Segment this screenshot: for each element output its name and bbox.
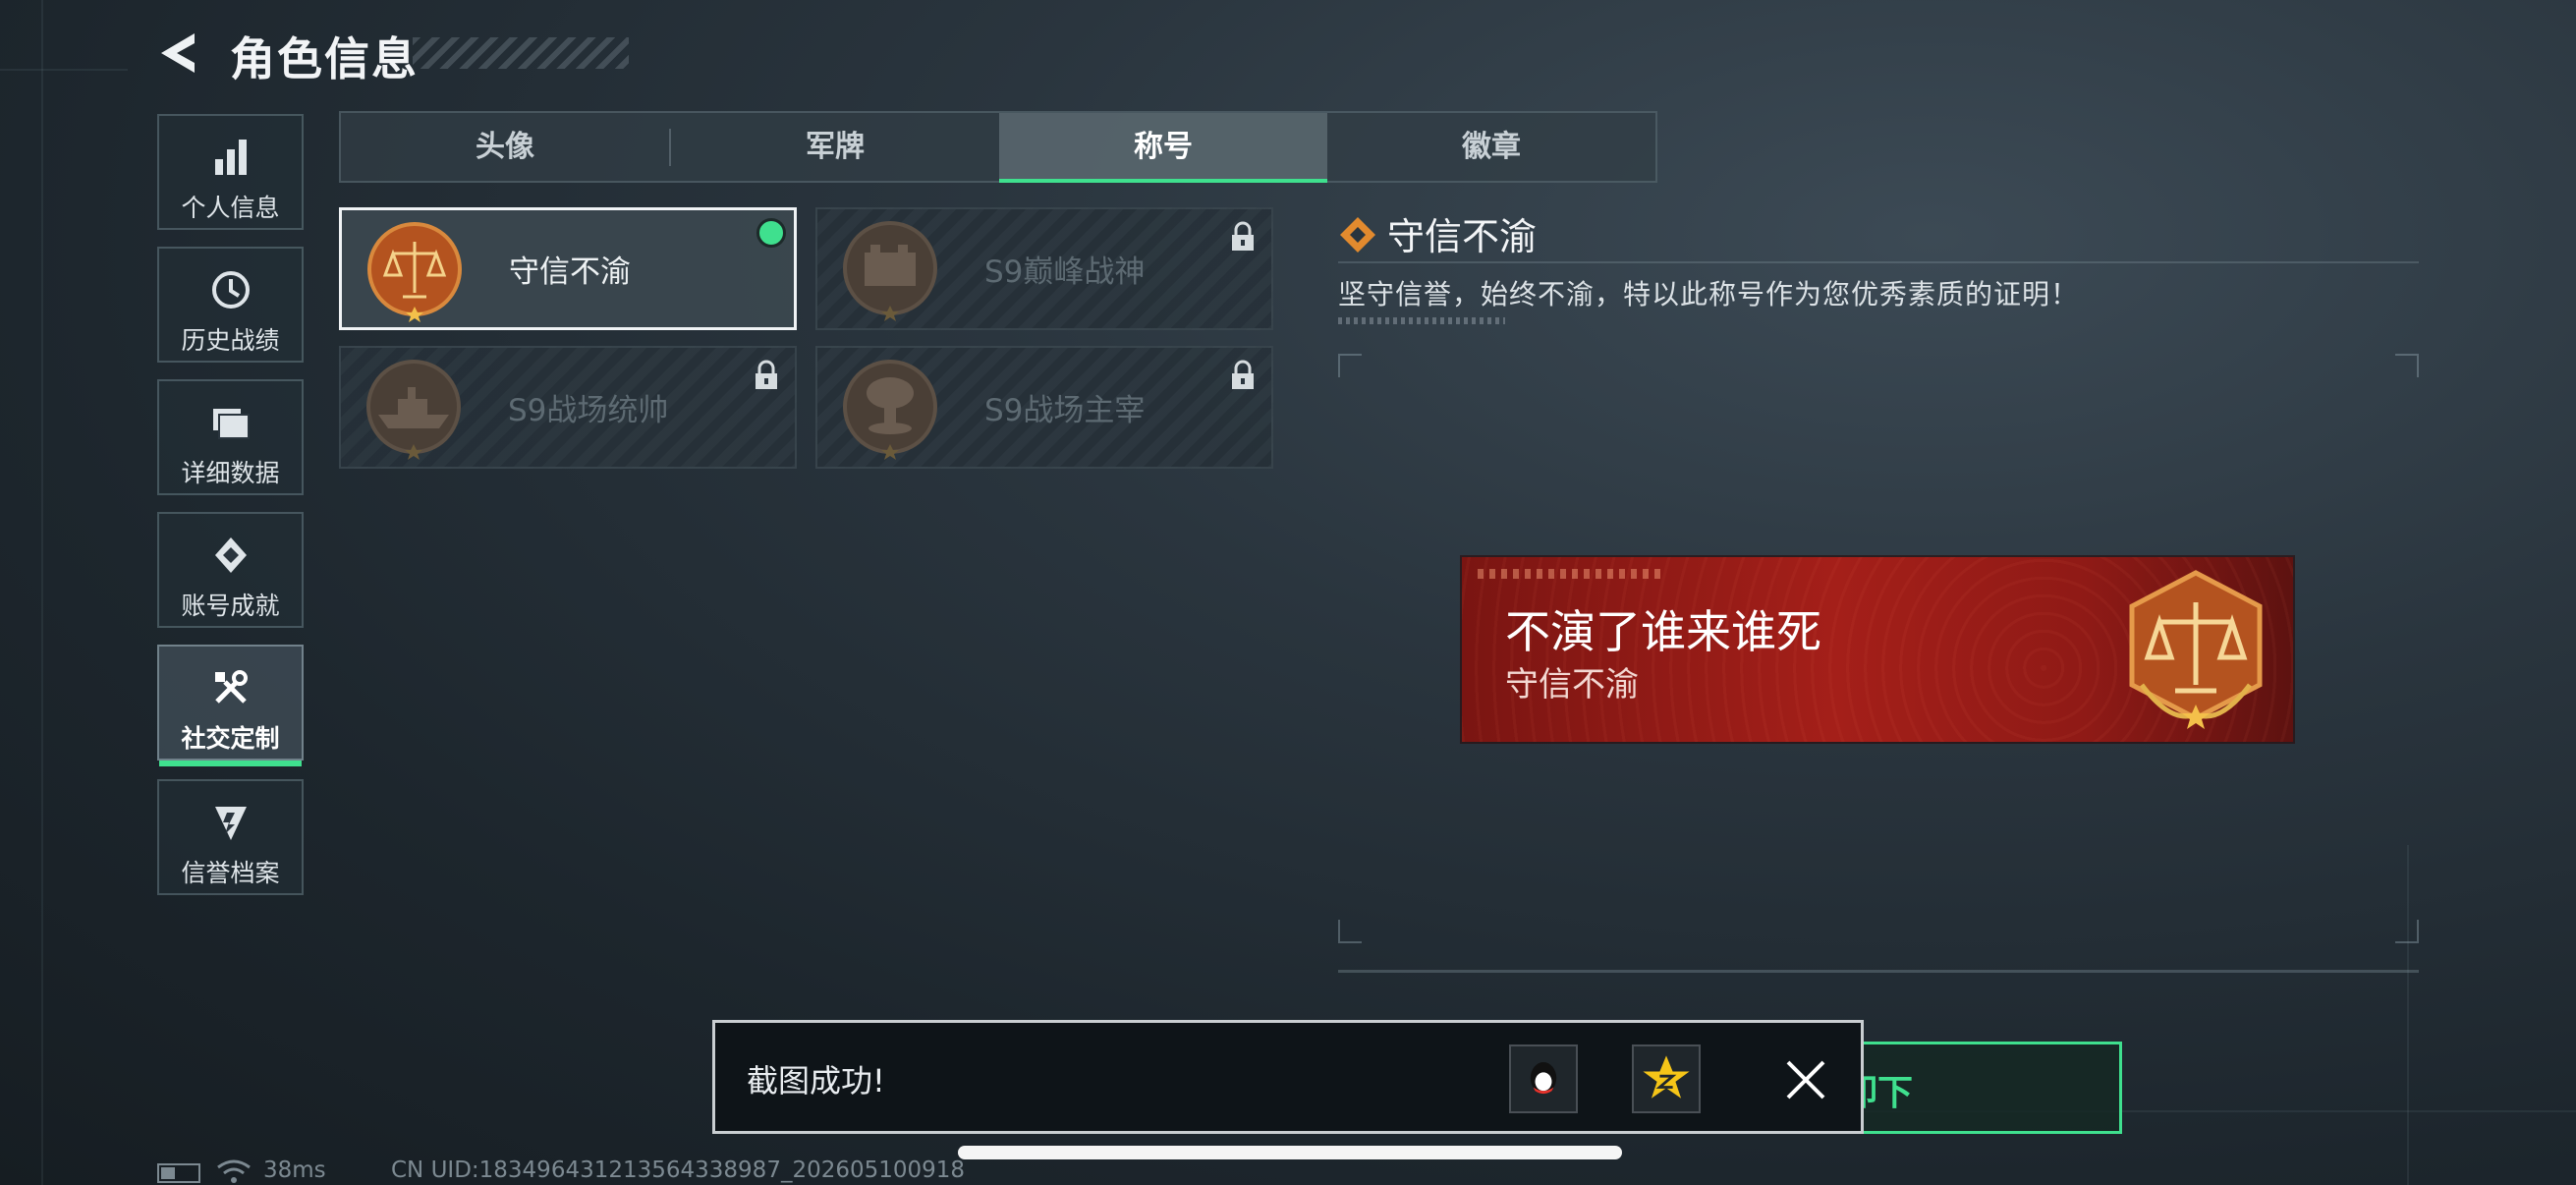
banner-title: 守信不渝	[1505, 665, 1639, 705]
equipped-indicator	[756, 218, 786, 248]
reputation-shield-icon	[214, 807, 247, 840]
divider	[1338, 261, 2419, 263]
frame-corner	[1338, 354, 1362, 377]
battery-icon	[157, 1163, 200, 1183]
title-card-label: 守信不渝	[509, 254, 631, 290]
sidebar-item-label: 社交定制	[181, 724, 280, 753]
history-clock-icon	[211, 271, 250, 309]
qq-icon	[1530, 1062, 1557, 1095]
mushroom-cloud-medal-icon	[843, 360, 937, 460]
sidebar-item-label: 信誉档案	[181, 859, 280, 887]
sidebar-item-social-custom[interactable]: 社交定制	[157, 645, 304, 766]
diamond-icon	[1340, 217, 1375, 253]
back-arrow-icon[interactable]	[155, 29, 202, 77]
fortress-medal-icon	[843, 221, 937, 321]
title-card-label: S9战场主宰	[984, 393, 1146, 428]
sidebar-item-reputation[interactable]: 信誉档案	[157, 779, 304, 895]
qzone-star-icon	[1643, 1055, 1690, 1099]
title-decoration	[413, 37, 629, 69]
sidebar-item-label: 账号成就	[181, 592, 280, 620]
share-qzone-button[interactable]	[1632, 1044, 1701, 1113]
frame-corner	[2395, 920, 2419, 943]
active-indicator	[159, 761, 302, 766]
lock-icon	[1232, 221, 1254, 251]
divider	[1338, 970, 2419, 973]
achievement-badge-icon	[214, 537, 247, 573]
title-banner-preview: 不演了谁来谁死 守信不渝	[1462, 557, 2293, 742]
tab-bar: 头像 军牌 称号 徽章	[339, 111, 1657, 183]
frame-corner	[2395, 354, 2419, 377]
scales-medal-icon	[2129, 570, 2263, 729]
title-card[interactable]: S9战场统帅	[339, 346, 797, 469]
share-qq-button[interactable]	[1509, 1044, 1578, 1113]
sidebar-item-label: 历史战绩	[181, 326, 280, 355]
banner-player-name: 不演了谁来谁死	[1505, 605, 1821, 658]
scales-medal-icon	[367, 222, 462, 322]
wifi-icon	[217, 1159, 251, 1183]
tab-dogtag[interactable]: 军牌	[671, 113, 999, 181]
sidebar-item-label: 详细数据	[181, 459, 280, 487]
grid-line	[41, 0, 43, 1185]
folder-icon	[212, 409, 250, 439]
sidebar-item-history[interactable]: 历史战绩	[157, 247, 304, 363]
lock-icon	[1232, 360, 1254, 389]
toast-message: 截图成功!	[747, 1062, 885, 1100]
banner-decoration	[1478, 569, 1664, 579]
grid-line	[0, 69, 128, 71]
tools-icon	[214, 670, 248, 704]
sidebar-item-personal-info[interactable]: 个人信息	[157, 114, 304, 230]
ping-value: 38ms	[263, 1157, 326, 1183]
title-card[interactable]: S9战场主宰	[815, 346, 1273, 469]
bar-chart-icon	[214, 140, 247, 175]
tab-avatar[interactable]: 头像	[341, 113, 669, 181]
title-card[interactable]: S9巅峰战神	[815, 207, 1273, 330]
page-title: 角色信息	[230, 32, 419, 85]
title-card[interactable]: 守信不渝	[339, 207, 797, 330]
tab-title[interactable]: 称号	[999, 113, 1327, 183]
frame-corner	[1338, 920, 1362, 943]
lock-icon	[756, 360, 777, 389]
tab-badge[interactable]: 徽章	[1327, 113, 1655, 181]
sidebar-item-label: 个人信息	[181, 194, 280, 222]
home-indicator	[958, 1146, 1622, 1159]
sidebar-item-achievements[interactable]: 账号成就	[157, 512, 304, 628]
title-card-label: S9巅峰战神	[984, 254, 1146, 290]
warship-medal-icon	[366, 360, 461, 460]
title-card-label: S9战场统帅	[508, 393, 669, 428]
detail-description: 坚守信誉，始终不渝，特以此称号作为您优秀素质的证明！	[1338, 278, 2080, 310]
user-uid: CN UID:183496431213564338987_20260510091…	[391, 1157, 966, 1183]
description-decoration	[1338, 317, 1505, 324]
sidebar-item-details[interactable]: 详细数据	[157, 379, 304, 495]
detail-title: 守信不渝	[1387, 215, 1538, 258]
close-icon[interactable]	[1776, 1050, 1835, 1109]
screenshot-toast: 截图成功!	[712, 1020, 1864, 1134]
